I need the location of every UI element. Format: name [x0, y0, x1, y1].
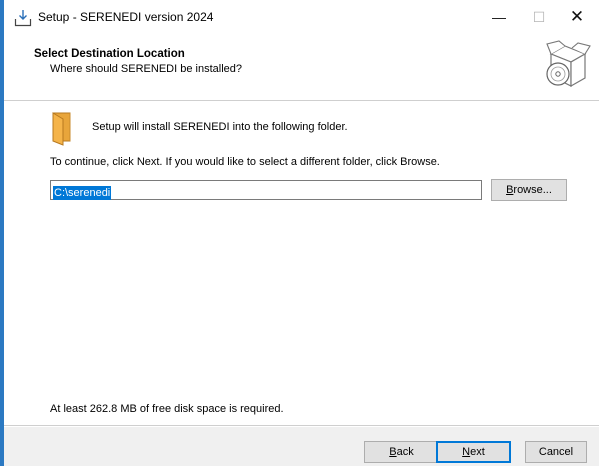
software-box-icon: [546, 40, 591, 88]
instruction-text: To continue, click Next. If you would li…: [50, 156, 440, 168]
next-button[interactable]: Next: [436, 441, 511, 463]
page-title: Select Destination Location: [34, 48, 185, 60]
header-separator: [4, 100, 599, 102]
maximize-button[interactable]: ☐: [519, 0, 559, 34]
browse-button[interactable]: Browse...: [491, 179, 567, 201]
wizard-header: Select Destination Location Where should…: [4, 34, 599, 100]
cancel-button[interactable]: Cancel: [525, 441, 587, 463]
close-button[interactable]: ✕: [557, 0, 597, 34]
page-subtitle: Where should SERENEDI be installed?: [50, 63, 242, 75]
intro-text: Setup will install SERENEDI into the fol…: [92, 121, 348, 133]
title-bar[interactable]: Setup - SERENEDI version 2024 — ☐ ✕: [4, 0, 599, 34]
next-accelerator: N: [462, 446, 471, 458]
minimize-button[interactable]: —: [479, 0, 519, 34]
setup-download-icon: [14, 10, 32, 27]
disk-space-text: At least 262.8 MB of free disk space is …: [50, 403, 284, 415]
destination-path-value: C:\serenedi: [53, 186, 112, 200]
destination-path-input[interactable]: C:\serenedi: [50, 180, 482, 200]
back-accelerator: B: [389, 446, 397, 458]
back-label: ack: [396, 446, 414, 458]
browse-label: rowse...: [513, 184, 552, 196]
back-button[interactable]: Back: [364, 441, 439, 463]
folder-icon: [52, 112, 71, 146]
window-title: Setup - SERENEDI version 2024: [38, 10, 214, 24]
next-label: ext: [470, 446, 485, 458]
